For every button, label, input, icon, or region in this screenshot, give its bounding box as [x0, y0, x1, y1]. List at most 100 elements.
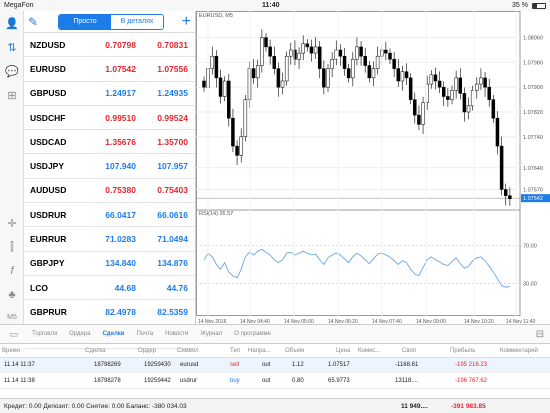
- candle-bull: [466, 105, 471, 113]
- battery-percent: 35 %: [512, 2, 528, 9]
- tab-item[interactable]: О программе: [234, 331, 271, 337]
- add-symbol-icon[interactable]: +: [182, 13, 191, 29]
- split-view-icon[interactable]: ⊟: [536, 329, 544, 340]
- tab-item[interactable]: Новости: [165, 331, 188, 337]
- account-icon[interactable]: 👤: [4, 15, 20, 31]
- candle-bear: [202, 80, 206, 88]
- tab-simple[interactable]: Просто: [59, 14, 111, 29]
- crosshair-icon[interactable]: ✛: [4, 215, 20, 231]
- column-header[interactable]: Комис...: [358, 348, 380, 354]
- column-header[interactable]: Своп: [402, 348, 416, 354]
- cell-volume: 1.12: [292, 362, 304, 368]
- quote-row[interactable]: USDJPY 107.940 107.957: [24, 154, 195, 179]
- quote-row[interactable]: USDCHF 0.99510 0.99524: [24, 106, 195, 131]
- candle-bear: [346, 68, 351, 79]
- cell-type: buy: [230, 378, 240, 384]
- column-header[interactable]: Время: [2, 348, 20, 354]
- quote-symbol: GBPUSD: [30, 88, 67, 99]
- candle-bull: [289, 49, 293, 57]
- candle-bull: [454, 77, 458, 91]
- price-tick-label: 1.07900: [523, 85, 543, 91]
- quote-symbol: EURRUR: [30, 234, 67, 245]
- edit-icon[interactable]: ✎: [28, 15, 44, 29]
- candle-bear: [227, 80, 231, 119]
- candle-bear: [396, 68, 401, 82]
- cell-dir: out: [262, 378, 271, 384]
- quote-row[interactable]: GBPRUR 82.4978 82.5359: [24, 300, 195, 325]
- timeframe-icon[interactable]: M5: [4, 309, 20, 325]
- price-chart[interactable]: 1.08060 1.07980 1.07900 1.07820 1.07740 1.076…: [196, 11, 550, 324]
- quote-bid: 0.75380: [105, 185, 136, 196]
- tab-item[interactable]: Журнал: [200, 331, 222, 337]
- indicator-icon[interactable]: f: [4, 263, 20, 279]
- price-tick-label: 1.07740: [523, 135, 543, 141]
- candle-bear: [503, 189, 508, 196]
- column-header[interactable]: Символ: [177, 348, 199, 354]
- quote-row[interactable]: LCO 44.68 44.76: [24, 276, 195, 301]
- candle-bull: [330, 59, 334, 69]
- quote-ask: 82.5359: [157, 306, 188, 317]
- candle-bull: [280, 80, 285, 88]
- column-header[interactable]: Тип: [230, 348, 240, 354]
- chat-icon[interactable]: 💬: [4, 63, 20, 79]
- quote-row[interactable]: NZDUSD 0.70798 0.70831: [24, 33, 195, 58]
- quote-ask: 107.957: [157, 161, 188, 172]
- column-header[interactable]: Цена: [336, 348, 350, 354]
- candle-bull: [479, 77, 483, 85]
- trade-icon[interactable]: ⇅: [4, 39, 20, 55]
- status-bar: MegaFon 11:40 35 %: [0, 0, 550, 11]
- quote-row[interactable]: GBPJPY 134.840 134.876: [24, 252, 195, 276]
- battery-icon: [532, 2, 546, 9]
- candle-bear: [446, 96, 450, 100]
- candle-bull: [243, 99, 248, 138]
- rsi-label: RSI(14) 26.57: [199, 211, 234, 217]
- candle-bear: [408, 77, 413, 100]
- quote-bid: 82.4978: [105, 306, 136, 317]
- new-order-icon[interactable]: ⊞: [4, 87, 20, 103]
- candle-type-icon[interactable]: ⫿: [4, 239, 20, 255]
- quote-symbol: NZDUSD: [30, 39, 66, 50]
- column-header[interactable]: Сделка: [85, 348, 106, 354]
- column-header[interactable]: Прибыль: [450, 348, 475, 354]
- column-header[interactable]: Объем: [285, 348, 304, 354]
- quote-symbol: GBPRUR: [30, 306, 67, 317]
- tab-detailed[interactable]: В деталях: [111, 14, 163, 29]
- candle-bull: [475, 83, 479, 91]
- tab-item[interactable]: Торговля: [32, 331, 57, 337]
- table-row[interactable]: 11.14 11:37 18798269 19259430 eurusd sell out…: [0, 358, 550, 373]
- quote-bid: 107.940: [105, 161, 136, 172]
- column-header[interactable]: Напра...: [248, 348, 271, 354]
- candle-bear: [367, 65, 372, 79]
- candle-bear: [264, 37, 268, 48]
- cell-profit: -195 216.23: [455, 362, 488, 368]
- objects-icon[interactable]: ♣: [4, 287, 20, 303]
- candle-bear: [272, 55, 277, 69]
- tab-item[interactable]: Ордера: [69, 331, 90, 337]
- quotes-panel: ✎ Просто В деталях + NZDUSD 0.70798 0.7083…: [24, 11, 196, 349]
- candle-bull: [260, 37, 264, 66]
- price-tick-label: 1.07640: [523, 166, 543, 172]
- tab-item[interactable]: Почта: [136, 331, 153, 337]
- column-header[interactable]: Комментарий: [500, 348, 538, 354]
- table-row[interactable]: 11.14 11:38 18798278 19259442 usdrur buy out 0…: [0, 374, 550, 389]
- view-mode-switch: Просто В деталях: [58, 13, 164, 30]
- candle-bull: [355, 46, 359, 60]
- chart-canvas[interactable]: 1.08060 1.07980 1.07900 1.07820 1.07740 1.076…: [196, 11, 550, 324]
- quote-row[interactable]: EURRUR 71.0283 71.0494: [24, 227, 195, 252]
- candle-bear: [384, 49, 388, 54]
- tab-item[interactable]: Сделки: [102, 331, 124, 337]
- candle-bull: [297, 52, 301, 60]
- quote-row[interactable]: GBPUSD 1.24917 1.24935: [24, 82, 195, 106]
- panel-toggle-icon[interactable]: ▭: [8, 328, 20, 340]
- quote-ask: 44.76: [166, 282, 188, 293]
- quote-row[interactable]: USDCAD 1.35676 1.35700: [24, 130, 195, 155]
- column-header[interactable]: Ордер: [138, 348, 156, 354]
- bottom-tabs: ▭ Торговля Ордера Сделки Почта Новости Журнал…: [0, 324, 550, 344]
- quote-symbol: USDCHF: [30, 112, 66, 123]
- quote-bid: 71.0283: [105, 234, 136, 245]
- candle-bull: [313, 46, 318, 54]
- quote-row[interactable]: USDRUR 66.0417 66.0616: [24, 203, 195, 228]
- quote-row[interactable]: EURUSD 1.07542 1.07556: [24, 57, 195, 82]
- quote-row[interactable]: AUDUSD 0.75380 0.75403: [24, 179, 195, 204]
- quote-symbol: USDCAD: [30, 136, 67, 147]
